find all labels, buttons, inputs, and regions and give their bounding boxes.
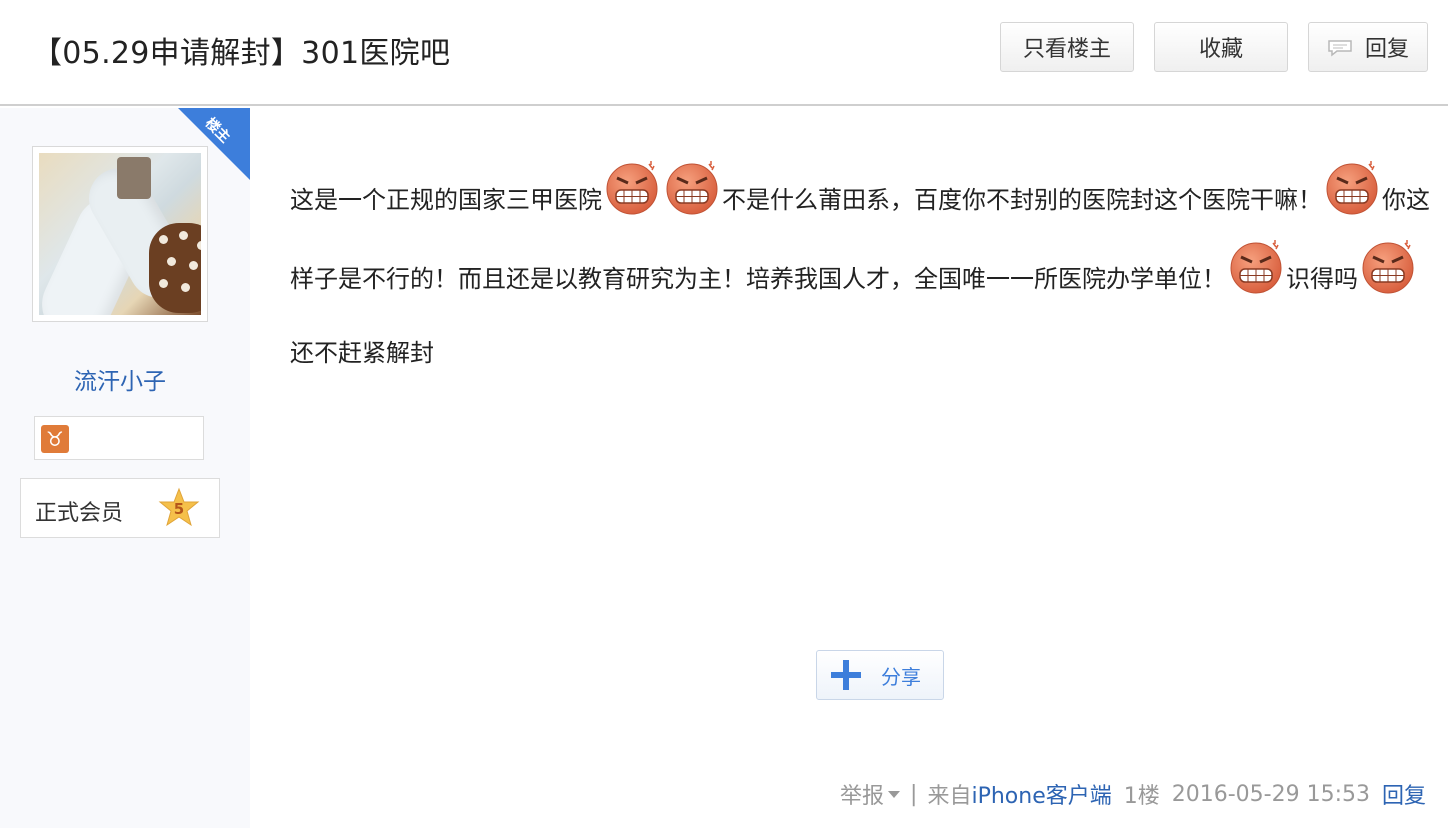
post-header: 【05.29申请解封】301医院吧 只看楼主 收藏 回复 <box>0 0 1448 106</box>
caret-down-icon <box>888 790 901 798</box>
angry-grin-emoticon-icon <box>606 161 658 215</box>
reply-button[interactable]: 回复 <box>1308 22 1428 72</box>
angry-grin-emoticon-icon <box>1362 240 1414 294</box>
comment-icon <box>1327 38 1353 57</box>
post-text-segment: 识得吗 <box>1286 265 1358 293</box>
angry-grin-emoticon-icon <box>1230 240 1282 294</box>
share-button-label: 分享 <box>881 664 921 689</box>
share-button[interactable]: 分享 <box>816 650 944 700</box>
level-star-icon: 5 <box>158 487 200 527</box>
floor-reply-link[interactable]: 回复 <box>1382 778 1426 810</box>
plus-icon <box>831 660 861 690</box>
avatar-image <box>39 153 201 315</box>
member-level-label: 正式会员 <box>35 501 124 526</box>
favorite-button[interactable]: 收藏 <box>1154 22 1288 72</box>
member-level-box: 正式会员 5 <box>20 478 220 538</box>
reply-button-label: 回复 <box>1364 37 1409 62</box>
author-username[interactable]: 流汗小子 <box>0 362 240 396</box>
post-text-segment: 还不赶紧解封 <box>290 339 434 367</box>
floor-number: 1楼 <box>1123 784 1160 809</box>
source-prefix: 来自 <box>927 784 972 809</box>
member-level-number: 5 <box>174 500 184 518</box>
post-body: 这是一个正规的国家三甲医院 不是什么莆田系，百度你不封别的医院封这个医院干嘛！ 你这… <box>290 158 1430 390</box>
post-text-segment: 这是一个正规的国家三甲医院 <box>290 186 602 214</box>
report-menu[interactable]: 举报 <box>840 778 901 810</box>
source-client-link[interactable]: iPhone客户端 <box>971 778 1111 810</box>
footer-divider: | <box>910 781 918 807</box>
post-text-segment: 不是什么莆田系，百度你不封别的医院封这个医院干嘛！ <box>722 186 1322 214</box>
thread-title: 【05.29申请解封】301医院吧 <box>32 36 451 71</box>
post-datetime: 2016-05-29 15:53 <box>1171 781 1370 807</box>
avatar[interactable] <box>32 146 208 322</box>
angry-grin-emoticon-icon <box>1326 161 1378 215</box>
report-label: 举报 <box>840 784 885 809</box>
zodiac-badge-box: ♉ <box>34 416 204 460</box>
taurus-icon[interactable]: ♉ <box>41 425 69 453</box>
post-footer: 举报 | 来自 iPhone客户端 1楼 2016-05-29 15:53 回复 <box>840 778 1426 810</box>
only-owner-button[interactable]: 只看楼主 <box>1000 22 1134 72</box>
angry-grin-emoticon-icon <box>666 161 718 215</box>
